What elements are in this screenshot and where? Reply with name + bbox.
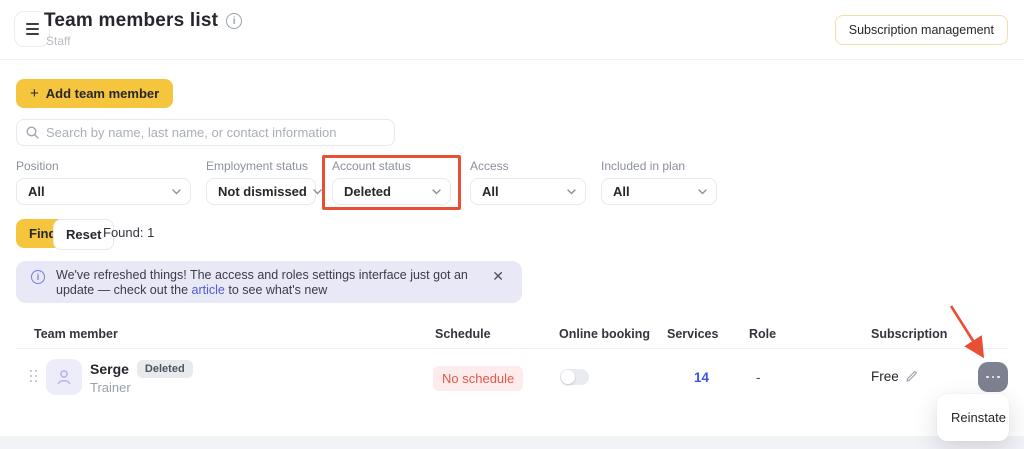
services-count-link[interactable]: 14 (694, 370, 709, 385)
filter-account-status-select[interactable]: Deleted (332, 178, 451, 205)
toggle-knob (561, 370, 575, 384)
plus-icon: + (30, 86, 39, 101)
person-icon (54, 367, 74, 387)
filter-account-status-label: Account status (332, 159, 451, 173)
title-wrap: Team members list i (44, 10, 242, 32)
ellipsis-icon (986, 376, 989, 379)
table-header-divider (16, 348, 1008, 349)
subscription-value: Free (871, 369, 899, 384)
team-members-page: Team members list i Staff Subscription m… (0, 0, 1024, 449)
filter-included-select[interactable]: All (601, 178, 717, 205)
filter-access-select[interactable]: All (470, 178, 586, 205)
member-name[interactable]: Serge (90, 361, 129, 377)
col-services: Services (667, 327, 718, 341)
col-online-booking: Online booking (559, 327, 650, 341)
avatar (46, 359, 82, 395)
menu-item-reinstate[interactable]: Reinstate (937, 398, 1009, 437)
chevron-down-icon (313, 189, 322, 195)
filter-position: Position All (16, 159, 191, 205)
subscription-management-button[interactable]: Subscription management (835, 15, 1008, 45)
col-schedule: Schedule (435, 327, 491, 341)
edit-pencil-icon[interactable] (905, 370, 918, 383)
title-info-icon[interactable]: i (226, 13, 242, 29)
chevron-down-icon (172, 189, 181, 195)
filter-access-label: Access (470, 159, 586, 173)
search-icon (26, 126, 39, 139)
col-role: Role (749, 327, 776, 341)
add-team-member-button[interactable]: + Add team member (16, 79, 173, 108)
article-link[interactable]: article (192, 283, 225, 297)
filter-access: Access All (470, 159, 586, 205)
info-banner: i We've refreshed things! The access and… (16, 261, 522, 303)
schedule-badge[interactable]: No schedule (433, 366, 523, 391)
filter-position-label: Position (16, 159, 191, 173)
filter-employment-status: Employment status Not dismissed (206, 159, 316, 205)
hamburger-icon (26, 23, 39, 25)
chevron-down-icon (698, 189, 707, 195)
chevron-down-icon (432, 189, 441, 195)
online-booking-toggle[interactable] (560, 369, 589, 385)
page-title: Team members list (44, 10, 218, 32)
col-subscription: Subscription (871, 327, 947, 341)
banner-text: We've refreshed things! The access and r… (56, 268, 476, 298)
page-subtitle: Staff (46, 34, 70, 48)
banner-close-icon[interactable]: ✕ (492, 269, 504, 283)
filter-employment-label: Employment status (206, 159, 316, 173)
member-position: Trainer (90, 380, 131, 395)
drag-handle[interactable] (30, 370, 38, 383)
chevron-down-icon (567, 189, 576, 195)
filter-included-in-plan: Included in plan All (601, 159, 717, 205)
found-count: Found: 1 (103, 225, 154, 240)
col-team-member: Team member (34, 327, 118, 341)
filter-account-status: Account status Deleted (332, 159, 451, 205)
banner-info-icon: i (31, 270, 45, 284)
page-header: Team members list i Staff Subscription m… (0, 0, 1024, 60)
status-badge: Deleted (137, 360, 193, 378)
footer-strip (0, 436, 1024, 449)
filter-included-label: Included in plan (601, 159, 717, 173)
search-box (16, 119, 395, 146)
filter-employment-select[interactable]: Not dismissed (206, 178, 316, 205)
role-value: - (756, 370, 761, 385)
filter-position-select[interactable]: All (16, 178, 191, 205)
add-team-member-label: Add team member (46, 86, 159, 101)
row-actions-button[interactable] (978, 362, 1008, 392)
row-actions-menu: Reinstate (937, 394, 1009, 441)
search-input[interactable] (46, 125, 385, 140)
